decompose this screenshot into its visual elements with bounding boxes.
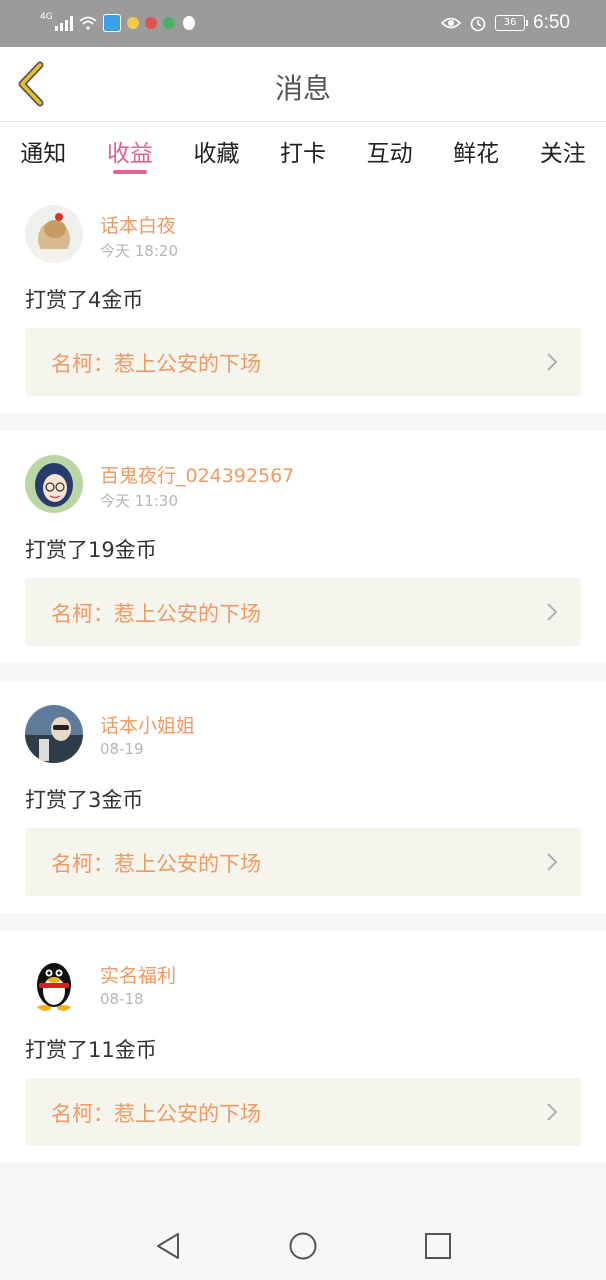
story-title: 名柯：惹上公安的下场 — [51, 602, 261, 626]
battery-icon: 36 — [495, 15, 529, 31]
message-list: 话本白夜 今天 18:20 打赏了4金币 名柯：惹上公安的下场 百鬼夜行_024… — [0, 181, 606, 1181]
tab-following[interactable]: 关注 — [519, 122, 606, 182]
chevron-right-icon — [547, 603, 558, 621]
nav-recents-icon[interactable] — [423, 1231, 453, 1261]
tab-bar: 通知 收益 收藏 打卡 互动 鲜花 关注 — [0, 121, 606, 182]
nav-home-icon[interactable] — [288, 1231, 318, 1261]
message-card: 话本白夜 今天 18:20 打赏了4金币 名柯：惹上公安的下场 — [0, 181, 606, 413]
story-link[interactable]: 名柯：惹上公安的下场 — [25, 328, 581, 396]
story-title: 名柯：惹上公安的下场 — [51, 852, 261, 876]
message-time: 08-19 — [100, 740, 144, 758]
message-time: 08-18 — [100, 990, 144, 1008]
tab-checkin[interactable]: 打卡 — [260, 122, 347, 182]
message-text: 打赏了11金币 — [25, 1038, 157, 1062]
chevron-right-icon — [547, 853, 558, 871]
message-time: 今天 18:20 — [100, 242, 178, 260]
user-name[interactable]: 实名福利 — [100, 961, 176, 988]
alarm-icon — [470, 16, 486, 32]
message-time: 今天 11:30 — [100, 492, 178, 510]
user-name[interactable]: 百鬼夜行_024392567 — [100, 461, 294, 488]
system-nav-bar — [0, 1211, 606, 1280]
user-name[interactable]: 话本白夜 — [100, 211, 176, 238]
video-app-icon — [162, 17, 175, 29]
bulb-app-icon — [126, 17, 139, 29]
avatar[interactable] — [25, 455, 83, 513]
page-title: 消息 — [274, 72, 331, 105]
message-text: 打赏了3金币 — [25, 788, 144, 812]
tab-favorites[interactable]: 收藏 — [173, 122, 260, 182]
avatar[interactable] — [25, 705, 83, 763]
tab-notifications[interactable]: 通知 — [0, 122, 87, 182]
status-bar: 4G 36 6:50 — [0, 0, 606, 47]
message-text: 打赏了19金币 — [25, 538, 157, 562]
qq-icon — [182, 16, 195, 30]
red-app-icon — [144, 17, 157, 29]
message-card: 百鬼夜行_024392567 今天 11:30 打赏了19金币 名柯：惹上公安的… — [0, 431, 606, 663]
nav-back-icon[interactable] — [154, 1231, 184, 1261]
network-type: 4G — [40, 12, 53, 22]
avatar[interactable] — [25, 205, 83, 263]
browser-app-icon — [102, 14, 121, 32]
story-title: 名柯：惹上公安的下场 — [51, 352, 261, 376]
tab-earnings[interactable]: 收益 — [87, 122, 174, 182]
message-card: 实名福利 08-18 打赏了11金币 名柯：惹上公安的下场 — [0, 931, 606, 1163]
story-link[interactable]: 名柯：惹上公安的下场 — [25, 578, 581, 646]
chevron-right-icon — [547, 353, 558, 371]
message-text: 打赏了4金币 — [25, 288, 144, 312]
story-link[interactable]: 名柯：惹上公安的下场 — [25, 1078, 581, 1146]
tab-interactions[interactable]: 互动 — [346, 122, 433, 182]
clock: 6:50 — [533, 12, 570, 33]
wifi-icon — [79, 16, 97, 30]
user-name[interactable]: 话本小姐姐 — [100, 711, 195, 738]
story-title: 名柯：惹上公安的下场 — [51, 1102, 261, 1126]
message-card: 话本小姐姐 08-19 打赏了3金币 名柯：惹上公安的下场 — [0, 681, 606, 913]
story-link[interactable]: 名柯：惹上公安的下场 — [25, 828, 581, 896]
eye-comfort-icon — [441, 17, 462, 29]
avatar[interactable] — [25, 955, 83, 1013]
tab-flowers[interactable]: 鲜花 — [433, 122, 520, 182]
chevron-right-icon — [547, 1103, 558, 1121]
app-header: 消息 — [0, 47, 606, 121]
signal-icon — [54, 15, 73, 31]
